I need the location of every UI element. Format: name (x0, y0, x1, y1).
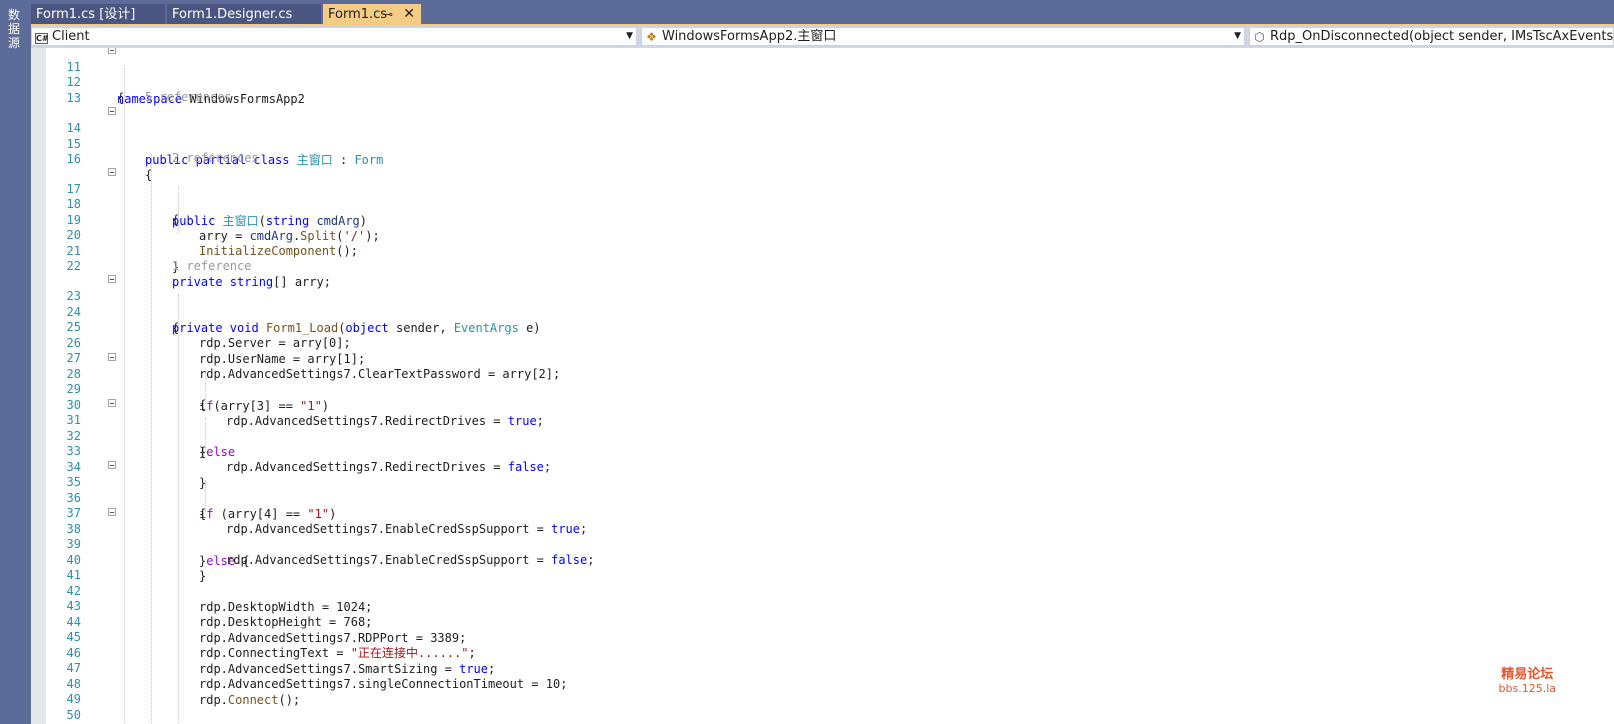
code-line: 45 rdp.ConnectingText = "正在连接中......"; (31, 613, 1614, 660)
collapse-icon[interactable] (108, 399, 116, 407)
code-line: 40 } (31, 536, 1614, 583)
tab-form1-designer[interactable]: Form1.Designer.cs (167, 4, 321, 25)
tab-label: Form1.cs (328, 7, 388, 22)
code-line: 17 public 主窗口(string cmdArg) (31, 165, 1614, 228)
chevron-down-icon[interactable]: ▼ (626, 28, 633, 45)
code-line: 32 { (31, 412, 1614, 459)
collapse-icon[interactable] (108, 275, 116, 283)
data-sources-label[interactable]: 数据源 (8, 8, 22, 50)
code-line: 41 (31, 551, 1614, 582)
code-line: 47 rdp.AdvancedSettings7.singleConnectio… (31, 644, 1614, 691)
class-icon: ❖ (646, 30, 657, 44)
code-line: 20 InitializeComponent(); (31, 211, 1614, 258)
code-line: 16 { (31, 135, 1614, 182)
collapse-icon[interactable] (108, 508, 116, 516)
watermark-title: 精易论坛 (1501, 667, 1554, 682)
method-icon: ⬡ (1254, 30, 1265, 44)
code-line: 37 rdp.AdvancedSettings7.EnableCredSspSu… (31, 489, 1614, 536)
watermark-url: bbs.125.la (1498, 682, 1556, 695)
collapse-icon[interactable] (108, 353, 116, 361)
collapse-icon[interactable] (108, 107, 116, 115)
forum-watermark: 精易论坛 bbs.125.la (1499, 668, 1556, 696)
type-value: WindowsFormsApp2.主窗口 (662, 29, 837, 44)
code-line: 25 rdp.Server = arry[0]; (31, 303, 1614, 350)
tab-form1-cs[interactable]: Form1.cs ⊸ ✕ (323, 4, 421, 25)
code-line: 21 } (31, 227, 1614, 274)
code-line: 36 { (31, 474, 1614, 521)
code-editor[interactable]: 11 namespace WindowsFormsApp2 12 { 13 5 … (31, 48, 1614, 724)
code-line: 46 rdp.AdvancedSettings7.SmartSizing = t… (31, 629, 1614, 676)
chevron-down-icon[interactable]: ▼ (1234, 28, 1241, 45)
tab-label: Form1.cs [设计] (36, 7, 136, 22)
data-sources-strip[interactable]: 数据源 (0, 0, 31, 724)
code-line: 38 }else { (31, 505, 1614, 568)
collapse-icon[interactable] (108, 48, 116, 54)
tab-label: Form1.Designer.cs (172, 7, 293, 22)
codelens-references[interactable]: 2 references (172, 150, 259, 166)
code-line: 14 public partial class 主窗口 : Form (31, 104, 1614, 167)
code-line: 34 } (31, 443, 1614, 490)
collapse-icon[interactable] (108, 168, 116, 176)
code-line: 19 arry = cmdArg.Split('/'); (31, 196, 1614, 243)
pin-icon[interactable]: ⊸ (384, 4, 393, 25)
code-line: 22 private string[] arry; (31, 242, 1614, 289)
collapse-icon[interactable] (108, 461, 116, 469)
code-line: 29 { (31, 365, 1614, 412)
type-dropdown[interactable]: ❖ WindowsFormsApp2.主窗口 ▼ (641, 27, 1245, 46)
navigation-bar: C# Client ▼ ❖ WindowsFormsApp2.主窗口 ▼ ⬡ Rdp_… (31, 26, 1614, 48)
code-line: 24 { (31, 288, 1614, 335)
tab-form1-design[interactable]: Form1.cs [设计] (31, 4, 165, 25)
code-line: 18 { (31, 180, 1614, 227)
code-line: 39 rdp.AdvancedSettings7.EnableCredSspSu… (31, 520, 1614, 567)
code-line: 27 rdp.AdvancedSettings7.ClearTextPasswo… (31, 334, 1614, 381)
csharp-project-icon: C# (35, 33, 49, 44)
code-line: 30 rdp.AdvancedSettings7.RedirectDrives … (31, 381, 1614, 428)
project-dropdown[interactable]: C# Client ▼ (31, 27, 637, 46)
project-value: Client (52, 29, 90, 44)
code-line: 48 rdp.Connect(); (31, 660, 1614, 707)
code-line: 50 } (31, 691, 1614, 722)
close-icon[interactable]: ✕ (403, 4, 415, 25)
code-line: 42 rdp.DesktopWidth = 1024; (31, 567, 1614, 614)
codelens-references[interactable]: 5 references (145, 89, 232, 105)
code-line: 44 rdp.AdvancedSettings7.RDPPort = 3389; (31, 598, 1614, 645)
code-line: 26 rdp.UserName = arry[1]; (31, 319, 1614, 366)
line-number: 50 (66, 708, 81, 722)
code-line: 28 if(arry[3] == "1") (31, 350, 1614, 413)
code-line: 12 { (31, 58, 1614, 105)
code-line: 15 (31, 120, 1614, 151)
member-dropdown[interactable]: ⬡ Rdp_OnDisconnected(object sender, IMsTs… (1249, 27, 1614, 46)
member-value: Rdp_OnDisconnected(object sender, IMsTsc… (1270, 29, 1614, 44)
code-line: 35 if (arry[4] == "1") (31, 458, 1614, 521)
code-line: 49 (31, 675, 1614, 706)
code-line: 43 rdp.DesktopHeight = 768; (31, 582, 1614, 629)
code-line: 13 (31, 74, 1614, 105)
code-line: 33 rdp.AdvancedSettings7.RedirectDrives … (31, 427, 1614, 474)
code-line: 31 }else (31, 396, 1614, 459)
code-line: 23 private void Form1_Load(object sender… (31, 272, 1614, 335)
